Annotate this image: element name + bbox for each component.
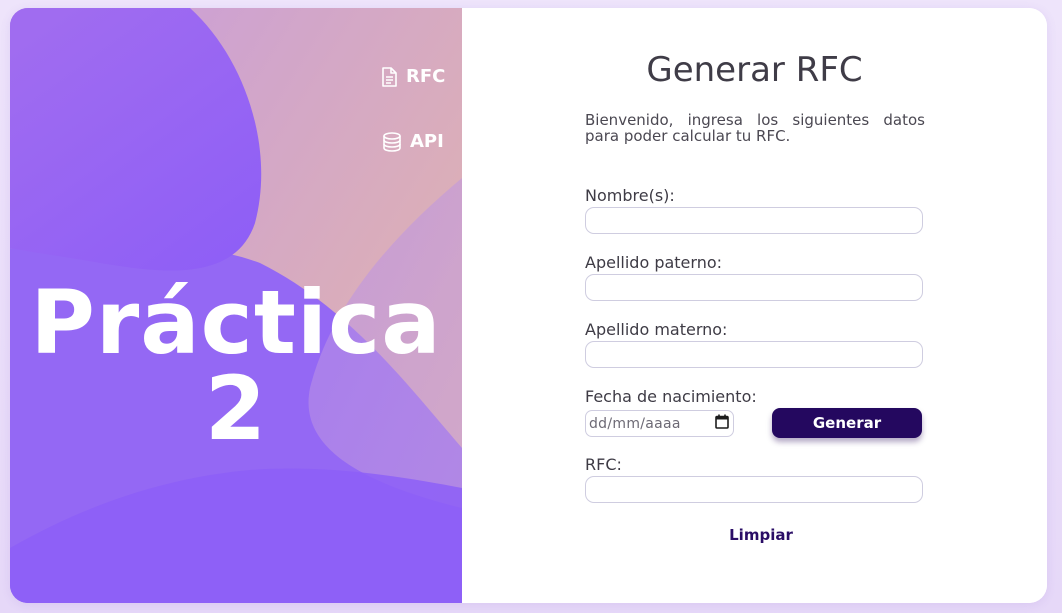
rfc-label: RFC: [585, 455, 622, 474]
apellido-paterno-input[interactable] [585, 274, 923, 301]
main-card: RFC API Práctica 2 Generar RFC Bienvenid… [10, 8, 1047, 603]
document-icon [380, 66, 398, 87]
page-title: Generar RFC [646, 50, 863, 90]
generate-button[interactable]: Generar [772, 408, 922, 438]
intro-text: Bienvenido, ingresa los siguientes datos… [585, 111, 925, 145]
form-panel: Generar RFC Bienvenido, ingresa los sigu… [462, 8, 1047, 603]
fecha-nacimiento-label: Fecha de nacimiento: [585, 387, 757, 406]
nav-item-label: API [410, 131, 444, 152]
apellido-materno-label: Apellido materno: [585, 320, 728, 339]
nav-item-label: RFC [406, 66, 446, 87]
nav-item-rfc[interactable]: RFC [380, 66, 445, 87]
date-placeholder: dd/mm/aaaa [589, 415, 681, 432]
hero-title: Práctica 2 [10, 271, 462, 460]
nav-item-api[interactable]: API [382, 131, 444, 152]
hero-title-line2: 2 [204, 357, 268, 460]
rfc-output-field[interactable] [585, 476, 923, 503]
apellido-materno-input[interactable] [585, 341, 923, 368]
hero-panel: RFC API Práctica 2 [10, 8, 462, 603]
fecha-nacimiento-input[interactable]: dd/mm/aaaa [585, 410, 734, 437]
clear-button[interactable]: Limpiar [462, 526, 1047, 544]
hero-title-line1: Práctica [30, 271, 442, 374]
nombre-input[interactable] [585, 207, 923, 234]
apellido-paterno-label: Apellido paterno: [585, 253, 723, 272]
database-icon [382, 131, 402, 152]
calendar-icon[interactable] [715, 414, 729, 433]
nombre-label: Nombre(s): [585, 186, 675, 205]
